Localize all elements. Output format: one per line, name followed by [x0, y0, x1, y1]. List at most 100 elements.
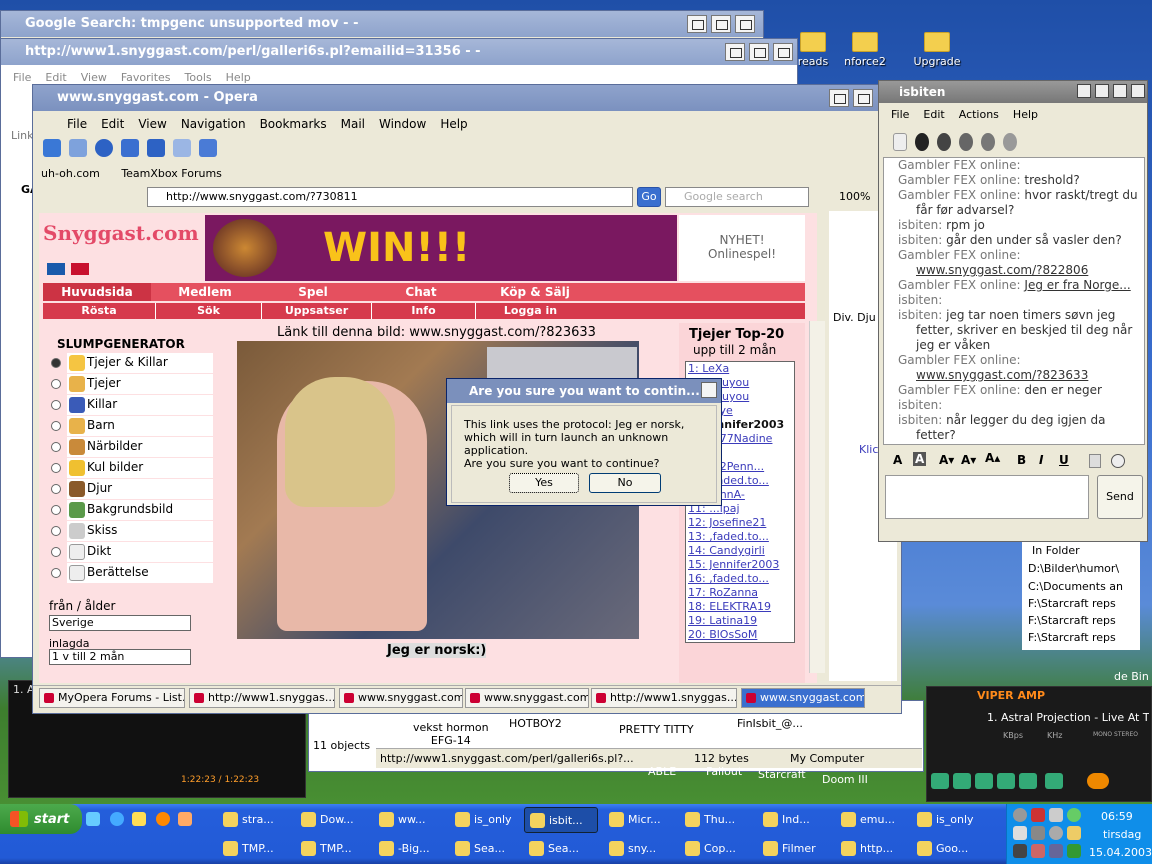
app-icon[interactable] [86, 812, 100, 826]
list-item[interactable]: 12: Josefine21 [688, 516, 794, 530]
subnav-uppsatser[interactable]: Uppsatser [261, 303, 371, 319]
task-ww[interactable]: ww... [374, 807, 448, 833]
desktop-label[interactable]: Starcraft [758, 768, 806, 781]
flag-icon[interactable] [47, 263, 65, 275]
country-select[interactable]: Sverige [49, 615, 191, 631]
menu-edit[interactable]: Edit [101, 117, 124, 131]
option-dikt[interactable]: Dikt [67, 542, 213, 562]
media-icon[interactable] [156, 812, 170, 826]
nav-huvudsida[interactable]: Huvudsida [43, 283, 151, 301]
chat-text[interactable]: Jeg er fra Norge... [1024, 278, 1130, 292]
stop-button[interactable] [997, 773, 1015, 789]
nav-spel[interactable]: Spel [259, 283, 367, 301]
menu-view[interactable]: View [138, 117, 166, 131]
back-icon[interactable] [43, 139, 61, 157]
option-kul-bilder[interactable]: Kul bilder [67, 458, 213, 478]
subnav-info[interactable]: Info [371, 303, 475, 319]
tray-icon[interactable] [1067, 808, 1081, 822]
yes-button[interactable]: Yes [509, 473, 579, 493]
radio-button[interactable] [51, 421, 61, 431]
chat-minimize-button[interactable] [1077, 84, 1091, 98]
desktop-icon-upgrade[interactable]: Upgrade [902, 32, 972, 68]
added-select[interactable]: 1 v till 2 mån [49, 649, 191, 665]
outlook-icon[interactable] [132, 812, 146, 826]
start-button[interactable]: start [0, 804, 82, 834]
tray-icon[interactable] [1031, 808, 1045, 822]
message-input[interactable] [885, 475, 1089, 519]
menu-help[interactable]: Help [1013, 108, 1038, 121]
maximize-button[interactable] [749, 43, 769, 61]
nudge-icon[interactable] [915, 133, 929, 151]
list-item[interactable]: 15: Jennifer2003 [688, 558, 794, 572]
desktop-label[interactable]: Failout [706, 765, 742, 778]
bookmark-star-icon[interactable] [147, 139, 165, 157]
list-item[interactable]: 13: ,faded.to... [688, 530, 794, 544]
tray-icon[interactable] [1049, 844, 1063, 858]
app-icon[interactable] [178, 812, 192, 826]
minimize-button[interactable] [829, 89, 849, 107]
task-thu[interactable]: Thu... [680, 807, 756, 833]
list-item[interactable]: 18: ELEKTRA19 [688, 600, 794, 614]
font-size-icon[interactable]: A▾ [961, 453, 976, 467]
reload-icon[interactable] [95, 139, 113, 157]
task-ind[interactable]: Ind... [758, 807, 834, 833]
image-link-text[interactable]: Länk till denna bild: www.snyggast.com/?… [277, 325, 596, 340]
desktop-label[interactable]: ABLE [648, 765, 676, 778]
option-skiss[interactable]: Skiss [67, 521, 213, 541]
nav-medlem[interactable]: Medlem [151, 283, 259, 301]
site-logo[interactable]: Snyggast.com [43, 221, 199, 245]
option-tjejer[interactable]: Tjejer [67, 374, 213, 394]
viper-amp-player[interactable]: VIPER AMP 1. Astral Projection - Live At… [926, 686, 1152, 802]
block-icon[interactable] [959, 133, 973, 151]
menu-window[interactable]: Window [379, 117, 426, 131]
bold-icon[interactable]: B [1017, 453, 1026, 467]
font-bg-icon[interactable]: A [913, 452, 927, 466]
menu-edit[interactable]: Edit [923, 108, 944, 121]
new-icon[interactable] [893, 133, 907, 151]
font-larger-icon[interactable]: A▴ [985, 451, 1000, 465]
search-input[interactable]: Google search [665, 187, 809, 207]
task-sny[interactable]: sny... [604, 836, 678, 862]
menu-file[interactable]: File [891, 108, 909, 121]
radio-button[interactable] [51, 463, 61, 473]
tab-snyggast-1[interactable]: http://www1.snyggas... [189, 688, 335, 708]
task-micr[interactable]: Micr... [604, 807, 678, 833]
tray-icon[interactable] [1067, 844, 1081, 858]
bookmark-uh-oh[interactable]: uh-oh.com [41, 167, 100, 180]
desktop-icon-nforce2[interactable]: nforce2 [830, 32, 900, 68]
task-sea-1[interactable]: Sea... [450, 836, 522, 862]
edit-icon[interactable] [173, 139, 191, 157]
list-item[interactable]: 16: ,faded.to... [688, 572, 794, 586]
italic-icon[interactable]: I [1039, 453, 1043, 467]
underline-icon[interactable]: U [1059, 453, 1069, 467]
desktop-label[interactable]: Doom III [822, 773, 868, 786]
chat-restore-button[interactable] [1095, 84, 1109, 98]
file-item[interactable]: FinIsbit_@... [737, 717, 803, 730]
list-item[interactable]: 14: Candygirli [688, 544, 794, 558]
file-item[interactable]: vekst hormon EFG-14 [413, 721, 489, 747]
chat-maximize-button[interactable] [1113, 84, 1127, 98]
option-berattelse[interactable]: Berättelse [67, 563, 213, 583]
tray-icon[interactable] [1031, 844, 1045, 858]
task-emu[interactable]: emu... [836, 807, 912, 833]
task-stra[interactable]: stra... [218, 807, 298, 833]
subnav-rosta[interactable]: Rösta [43, 303, 155, 319]
file-item[interactable]: PRETTY TITTY [619, 723, 694, 736]
radio-button[interactable] [51, 379, 61, 389]
minimize-button[interactable] [687, 15, 707, 33]
tray-icon[interactable] [1031, 826, 1045, 840]
minimize-button[interactable] [725, 43, 745, 61]
prev-button[interactable] [931, 773, 949, 789]
menu-navigation[interactable]: Navigation [181, 117, 246, 131]
menu-mail[interactable]: Mail [341, 117, 365, 131]
list-item[interactable]: 1: LeXa [688, 362, 794, 376]
tab-snyggast-3[interactable]: www.snyggast.com [465, 688, 589, 708]
menu-tools[interactable]: Tools [185, 71, 212, 84]
menu-file[interactable]: File [13, 71, 31, 84]
banner-ad[interactable]: WIN!!! [205, 215, 677, 281]
home-icon[interactable] [121, 139, 139, 157]
menu-edit[interactable]: Edit [45, 71, 66, 84]
radio-button[interactable] [51, 568, 61, 578]
radio-button[interactable] [51, 358, 61, 368]
radio-button[interactable] [51, 484, 61, 494]
